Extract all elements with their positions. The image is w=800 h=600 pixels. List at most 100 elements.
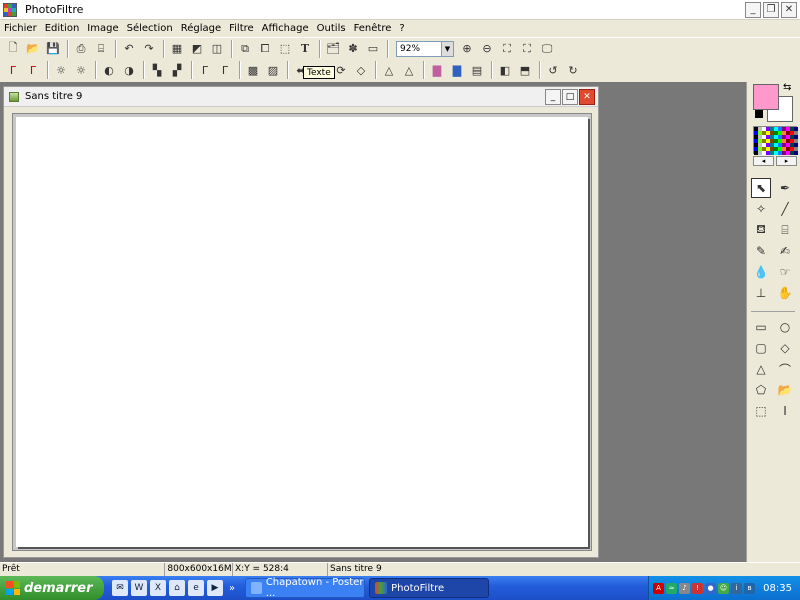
undo-icon[interactable]: ↶ xyxy=(120,40,138,58)
drop-icon[interactable]: ◇ xyxy=(352,61,370,79)
advanced-brush-icon[interactable]: ✍ xyxy=(775,241,795,261)
line-icon[interactable]: ╱ xyxy=(775,199,795,219)
contrast-plus-icon[interactable]: ◑ xyxy=(120,61,138,79)
actual-size-icon[interactable]: ⛶ xyxy=(518,40,536,58)
document-title-bar[interactable]: Sans titre 9 _ □ ✕ xyxy=(4,87,598,107)
eyedropper-icon[interactable]: ✒ xyxy=(775,178,795,198)
print-icon[interactable]: ⎙ xyxy=(72,40,90,58)
polygon-icon[interactable]: ⬠ xyxy=(751,380,771,400)
brush-icon[interactable]: ✎ xyxy=(751,241,771,261)
palette-swatch[interactable] xyxy=(794,151,798,155)
gamma-plus-icon[interactable]: Γ xyxy=(216,61,234,79)
saturation-minus-icon[interactable]: ▚ xyxy=(148,61,166,79)
document-window[interactable]: Sans titre 9 _ □ ✕ xyxy=(3,86,599,558)
mirror-horizontal-icon[interactable]: ◧ xyxy=(496,61,514,79)
network-icon[interactable]: ⌂ xyxy=(169,580,185,596)
open-folder-icon[interactable]: 📂 xyxy=(24,40,42,58)
brightness-plus-icon[interactable]: ☼ xyxy=(72,61,90,79)
menu-edition[interactable]: Edition xyxy=(41,23,84,34)
update-icon[interactable]: i xyxy=(731,582,742,594)
clone-stamp-icon[interactable]: ⊥ xyxy=(751,283,771,303)
image-size-icon[interactable]: ⧉ xyxy=(236,40,254,58)
auto-contrast-icon[interactable]: Γ xyxy=(24,61,42,79)
menu-outils[interactable]: Outils xyxy=(313,23,350,34)
paint-bucket-icon[interactable]: ⛾ xyxy=(751,220,771,240)
rectangle-icon[interactable]: ▭ xyxy=(751,317,771,337)
chevron-down-icon[interactable]: ▼ xyxy=(441,41,453,56)
open-shape-icon[interactable]: 📂 xyxy=(775,380,795,400)
scan-icon[interactable]: ⌸ xyxy=(92,40,110,58)
minimize-button[interactable]: _ xyxy=(745,2,761,18)
color-mode-icon[interactable]: ◩ xyxy=(188,40,206,58)
smudge-icon[interactable]: ☞ xyxy=(775,262,795,282)
zoom-out-icon[interactable]: ⊖ xyxy=(478,40,496,58)
spray-icon[interactable]: ⌸ xyxy=(775,220,795,240)
text-tool-icon[interactable]: T xyxy=(296,40,314,58)
diamond-icon[interactable]: ◇ xyxy=(775,338,795,358)
taskbar-item-photofiltre[interactable]: PhotoFiltre xyxy=(369,578,490,598)
new-file-icon[interactable]: 🗋 xyxy=(4,40,22,58)
crop-icon[interactable]: ⬚ xyxy=(276,40,294,58)
foreground-color-swatch[interactable] xyxy=(753,84,779,110)
palette-next-button[interactable]: ▸ xyxy=(776,156,797,166)
menu-affichage[interactable]: Affichage xyxy=(258,23,313,34)
triangle-right-icon[interactable]: △ xyxy=(400,61,418,79)
contrast-minus-icon[interactable]: ◐ xyxy=(100,61,118,79)
text-selection-icon[interactable]: Ⅰ xyxy=(775,401,795,421)
monitor-icon[interactable]: 🖵 xyxy=(538,40,556,58)
histogram-icon[interactable]: ▤ xyxy=(468,61,486,79)
brightness-minus-icon[interactable]: ☼ xyxy=(52,61,70,79)
zoom-in-icon[interactable]: ⊕ xyxy=(458,40,476,58)
reset-colors-icon[interactable] xyxy=(755,110,763,118)
triangle-icon[interactable]: △ xyxy=(751,359,771,379)
redo-icon[interactable]: ↷ xyxy=(140,40,158,58)
explorer-icon[interactable]: 🗂 xyxy=(324,40,342,58)
sharpen-icon[interactable]: ▩ xyxy=(244,61,262,79)
canvas-size-icon[interactable]: ⧠ xyxy=(256,40,274,58)
mirror-vertical-icon[interactable]: ⬒ xyxy=(516,61,534,79)
restore-button[interactable]: ❐ xyxy=(763,2,779,18)
menu-fichier[interactable]: Fichier xyxy=(0,23,41,34)
taskbar-item-chapatown[interactable]: Chapatown - Poster ... xyxy=(245,577,366,599)
gamma-minus-icon[interactable]: Γ xyxy=(196,61,214,79)
image-canvas[interactable] xyxy=(16,117,588,547)
word-icon[interactable]: W xyxy=(131,580,147,596)
start-button[interactable]: demarrer xyxy=(0,576,104,600)
selection-arrow-icon[interactable]: ⬉ xyxy=(751,178,771,198)
gradient-icon[interactable]: ▇ xyxy=(428,61,446,79)
menu-reglage[interactable]: Réglage xyxy=(177,23,225,34)
antivirus-icon[interactable]: ● xyxy=(705,582,716,594)
doc-close-button[interactable]: ✕ xyxy=(579,89,595,105)
rotate-right-icon[interactable]: ↻ xyxy=(564,61,582,79)
lasso-icon[interactable]: ⌒ xyxy=(775,359,795,379)
network-tray-icon[interactable]: ≈ xyxy=(666,582,677,594)
menu-help[interactable]: ? xyxy=(395,23,408,34)
save-icon[interactable]: 💾 xyxy=(44,40,62,58)
color-balance-icon[interactable]: ▇ xyxy=(448,61,466,79)
messenger-icon[interactable]: ☺ xyxy=(718,582,729,594)
volume-icon[interactable]: ♪ xyxy=(679,582,690,594)
menu-filtre[interactable]: Filtre xyxy=(225,23,258,34)
magic-wand-icon[interactable]: ✧ xyxy=(751,199,771,219)
zoom-select[interactable]: 92% ▼ xyxy=(396,40,454,57)
rotate-left-icon[interactable]: ↺ xyxy=(544,61,562,79)
blur-drop-icon[interactable]: 💧 xyxy=(751,262,771,282)
triangle-left-icon[interactable]: △ xyxy=(380,61,398,79)
color-palette[interactable] xyxy=(753,126,798,155)
transparency-icon[interactable]: ◫ xyxy=(208,40,226,58)
palette-prev-button[interactable]: ◂ xyxy=(753,156,774,166)
internet-explorer-icon[interactable]: e xyxy=(188,580,204,596)
close-button[interactable]: ✕ xyxy=(781,2,797,18)
blur-icon[interactable]: ▨ xyxy=(264,61,282,79)
plugin-icon[interactable]: ✽ xyxy=(344,40,362,58)
menu-selection[interactable]: Sélection xyxy=(123,23,177,34)
auto-levels-icon[interactable]: Γ xyxy=(4,61,22,79)
security-icon[interactable]: ! xyxy=(692,582,703,594)
doc-maximize-button[interactable]: □ xyxy=(562,89,578,105)
menu-fenetre[interactable]: Fenêtre xyxy=(350,23,396,34)
grayscale-icon[interactable]: ▦ xyxy=(168,40,186,58)
outlook-icon[interactable]: ✉ xyxy=(112,580,128,596)
excel-icon[interactable]: X xyxy=(150,580,166,596)
quick-launch-more-icon[interactable]: » xyxy=(229,583,235,594)
media-player-icon[interactable]: ▶ xyxy=(207,580,223,596)
